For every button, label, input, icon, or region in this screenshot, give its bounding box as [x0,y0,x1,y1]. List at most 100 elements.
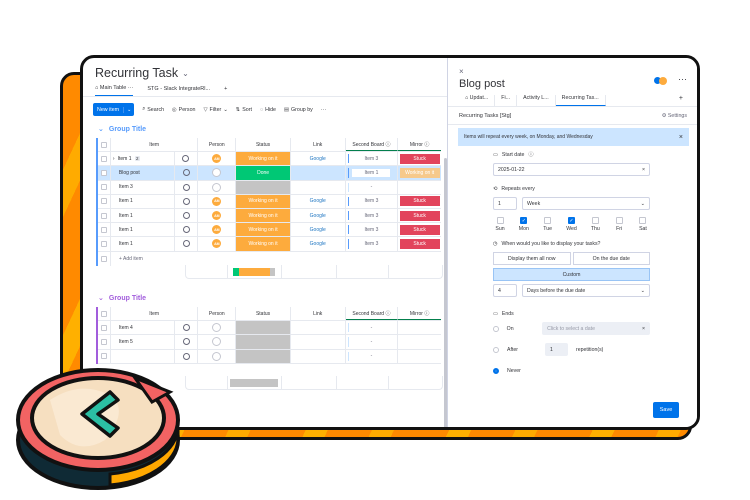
second-board-cell[interactable]: Item 3 [346,152,399,166]
table-row[interactable]: Item 1 AM Working on it Google Item 3 Stuck [98,223,441,238]
on-due-date-button[interactable]: On the due date [572,252,650,265]
item-name-cell[interactable]: Item 1 [111,223,175,237]
link-cell[interactable]: Google [291,237,346,251]
day-option-sun[interactable]: Sun [493,217,507,232]
column-header-status[interactable]: Status [236,138,291,152]
repeat-count-input[interactable]: 1 [493,197,517,210]
row-checkbox-cell[interactable] [98,208,111,223]
display-all-now-button[interactable]: Display them all now [493,252,571,265]
end-on-radio[interactable] [493,325,499,332]
row-checkbox-cell[interactable] [98,194,111,208]
tab-files[interactable]: Fi... [495,95,518,106]
save-button[interactable]: Save [653,402,679,418]
status-cell[interactable]: Working on it [236,194,291,208]
status-cell[interactable] [236,180,291,194]
sort-button[interactable]: ⇅ Sort [236,107,252,113]
clear-icon[interactable]: × [642,326,645,332]
checkbox[interactable] [100,226,107,233]
row-checkbox-cell[interactable] [98,237,111,251]
table-row[interactable]: Item 3 - [98,180,441,195]
item-name[interactable]: Blog post [119,170,140,176]
column-header-second-board[interactable]: Second Board ⓘ [345,307,399,321]
person-cell[interactable]: AM [198,152,237,166]
status-cell[interactable]: Done [236,166,291,180]
link-cell[interactable] [291,349,346,363]
hide-button[interactable]: ◌ Hide [260,107,276,113]
board-title[interactable]: Recurring Task ⌄ [95,66,189,80]
person-cell[interactable] [198,321,237,335]
link-cell[interactable] [291,335,346,349]
column-header-mirror[interactable]: Mirror ⓘ [398,138,441,152]
day-checkbox[interactable] [496,217,504,224]
more-options-button[interactable]: ··· [321,107,326,113]
day-checkbox[interactable] [615,217,623,224]
add-update-icon[interactable] [182,197,190,205]
close-icon[interactable]: × [459,67,464,76]
item-name[interactable]: Item 3 [119,184,133,190]
more-icon[interactable]: ··· [678,74,687,84]
item-name[interactable]: Item 1 [119,241,133,247]
column-header-mirror[interactable]: Mirror ⓘ [398,307,441,321]
link-cell[interactable] [291,321,346,335]
mirror-cell[interactable] [398,350,441,363]
row-checkbox-cell[interactable] [98,152,111,166]
link-cell[interactable]: Google [291,208,346,223]
table-row[interactable]: Blog post Done Item 1 Working on it [98,166,441,181]
mirror-cell[interactable] [398,321,441,334]
status-cell[interactable] [236,321,291,335]
day-checkbox[interactable] [639,217,647,224]
checkbox[interactable] [100,141,107,148]
person-cell[interactable]: AM [198,223,237,237]
chevron-down-icon[interactable]: ⌄ [123,106,134,113]
add-update-icon[interactable] [182,155,190,163]
link-cell[interactable] [291,180,346,194]
table-row[interactable]: Item 1 AM Working on it Google Item 3 Stuck [98,237,441,252]
item-name[interactable]: Item 1 [119,198,133,204]
select-all-cell[interactable] [98,138,111,152]
checkbox[interactable] [100,310,107,317]
end-on-option[interactable]: On Click to select a date × [493,322,650,335]
link-cell[interactable]: Google [291,223,346,237]
column-header-item[interactable]: Item [111,307,199,321]
link-cell[interactable]: Google [291,194,346,208]
mirror-cell[interactable] [398,335,441,348]
mirror-cell[interactable]: Stuck [398,223,441,236]
tab-main-table[interactable]: ⌂ Main Table ··· [95,85,134,96]
table-row[interactable]: Item 4 - [98,321,441,336]
end-date-input[interactable]: Click to select a date × [542,322,650,335]
start-date-input[interactable]: 2025-01-22 × [493,163,650,176]
days-before-input[interactable]: 4 [493,284,517,297]
day-option-fri[interactable]: Fri [612,217,626,232]
status-cell[interactable]: Working on it [236,223,291,237]
mirror-cell[interactable]: Stuck [398,152,441,165]
day-option-thu[interactable]: Thu [588,217,602,232]
tab-updates[interactable]: ⌂ Updat... [459,95,496,106]
person-cell[interactable]: AM [198,208,237,223]
status-cell[interactable]: Working on it [236,152,291,166]
updates-cell[interactable] [175,166,199,180]
mirror-cell[interactable]: Stuck [398,209,441,222]
filter-button[interactable]: ▽ Filter ⌄ [203,107,227,113]
second-board-cell[interactable]: Item 3 [346,237,399,251]
link-cell[interactable]: Google [291,152,346,166]
updates-cell[interactable] [175,194,199,208]
column-header-link[interactable]: Link [291,307,346,321]
column-header-status[interactable]: Status [236,307,291,321]
row-checkbox-cell[interactable] [98,166,111,180]
settings-button[interactable]: ⚙ Settings [662,113,687,119]
second-board-cell[interactable]: Item 3 [346,208,399,223]
updates-cell[interactable] [175,208,199,223]
person-filter-button[interactable]: ◎ Person [172,107,195,113]
repetitions-input[interactable]: 1 [545,343,568,356]
second-board-cell[interactable]: Item 1 [346,166,399,180]
updates-cell[interactable] [175,223,199,237]
item-name[interactable]: Item 1 [119,213,133,219]
chevron-down-icon[interactable]: ⌄ [98,294,104,302]
day-option-wed[interactable]: ✓ Wed [564,217,578,232]
column-header-item[interactable]: Item [111,138,199,152]
checkbox[interactable] [100,324,107,331]
day-option-tue[interactable]: Tue [541,217,555,232]
tab-activity-log[interactable]: Activity L... [517,95,556,106]
end-after-radio[interactable] [493,346,499,353]
status-cell[interactable]: Working on it [236,237,291,251]
